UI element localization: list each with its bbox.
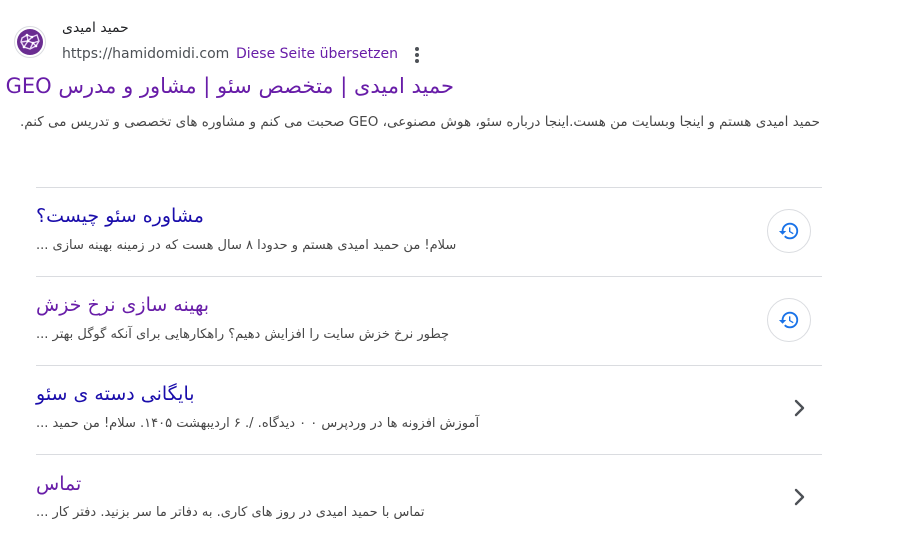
- sitelink-title-text: مشاوره سئو چیست؟: [36, 205, 204, 227]
- translate-page-link[interactable]: Diese Seite übersetzen: [236, 46, 398, 62]
- chevron-right-icon[interactable]: [788, 397, 810, 419]
- site-url[interactable]: https://hamidomidi.com: [62, 46, 229, 62]
- history-icon[interactable]: [767, 298, 811, 342]
- sitelink-description-text: سلام! من حمید امیدی هستم و حدودا ۸ سال ه…: [36, 238, 457, 253]
- divider: [36, 187, 822, 188]
- sitelink-title[interactable]: بهینه سازی نرخ خزش: [36, 294, 456, 316]
- divider: [36, 276, 822, 277]
- sitelink-description-text: آموزش افزونه ها در وردپرس ۰ ۰ دیدگاه. /.…: [36, 416, 480, 431]
- favicon-network-icon[interactable]: [14, 26, 46, 58]
- divider: [36, 454, 822, 455]
- result-snippet: حمید امیدی هستم و اینجا وبسایت من هست.ای…: [19, 114, 820, 130]
- result-title-text: حمید امیدی | متخصص سئو | مشاور و مدرس GE…: [5, 74, 454, 98]
- sitelink-description-text: تماس با حمید امیدی در روز های کاری. به د…: [36, 505, 425, 520]
- site-name[interactable]: حمید امیدی: [62, 20, 129, 36]
- sitelink-title-text: بایگانی دسته ی سئو: [36, 383, 195, 405]
- sitelink-title[interactable]: مشاوره سئو چیست؟: [36, 205, 456, 227]
- sitelink-title-text: تماس: [36, 473, 82, 495]
- divider: [36, 365, 822, 366]
- sitelink-description: تماس با حمید امیدی در روز های کاری. به د…: [36, 505, 536, 520]
- sitelink-description: چطور نرخ خزش سایت را افزایش دهیم؟ راهکار…: [36, 327, 536, 342]
- sitelink-title[interactable]: بایگانی دسته ی سئو: [36, 383, 456, 405]
- sitelink-title-text: بهینه سازی نرخ خزش: [36, 294, 210, 316]
- sitelink-description: آموزش افزونه ها در وردپرس ۰ ۰ دیدگاه. /.…: [36, 416, 536, 431]
- sitelink-description: سلام! من حمید امیدی هستم و حدودا ۸ سال ه…: [36, 238, 536, 253]
- chevron-right-icon[interactable]: [788, 486, 810, 508]
- sitelink-title[interactable]: تماس: [36, 473, 456, 495]
- history-icon[interactable]: [767, 209, 811, 253]
- more-vert-icon[interactable]: [408, 44, 426, 66]
- result-title-link[interactable]: حمید امیدی | متخصص سئو | مشاور و مدرس GE…: [6, 74, 454, 98]
- url-separator: ·: [224, 44, 229, 60]
- sitelink-description-text: چطور نرخ خزش سایت را افزایش دهیم؟ راهکار…: [36, 327, 450, 342]
